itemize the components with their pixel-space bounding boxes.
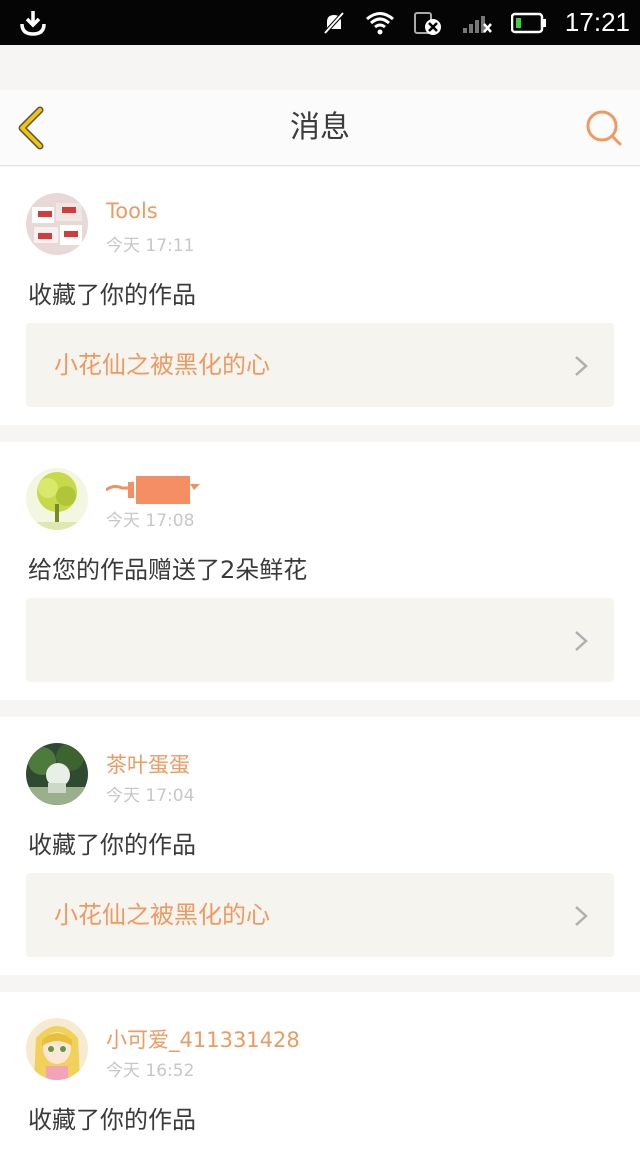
username[interactable]: 小可爱_411331428 [106,1024,300,1054]
clock: 17:21 [564,7,630,37]
work-link[interactable]: 小花仙之被黑化的心 [26,323,614,407]
chevron-right-icon [575,631,588,651]
download-icon [20,11,46,36]
message-card: Tools 今天 17:11 收藏了你的作品 小花仙之被黑化的心 [0,167,640,425]
battery-icon [510,12,546,33]
chevron-right-icon [575,906,588,926]
timestamp: 今天 17:08 [106,511,195,531]
redaction-mark [106,476,200,504]
work-title: 小花仙之被黑化的心 [54,901,270,929]
wifi-icon [365,11,394,34]
message-card: 小可爱_411331428 今天 16:52 收藏了你的作品 [0,992,640,1152]
username[interactable]: 茶叶蛋蛋 [106,749,190,779]
mute-icon [322,10,346,35]
timestamp: 今天 17:11 [106,236,195,256]
work-link[interactable] [26,598,614,682]
avatar[interactable] [26,193,88,255]
timestamp: 今天 16:52 [106,1061,195,1081]
message-card: 今天 17:08 给您的作品赠送了2朵鲜花 [0,442,640,700]
action-text: 收藏了你的作品 [28,281,196,309]
message-card: 茶叶蛋蛋 今天 17:04 收藏了你的作品 小花仙之被黑化的心 [0,717,640,975]
work-title: 小花仙之被黑化的心 [54,351,270,379]
action-text: 收藏了你的作品 [28,1106,196,1134]
search-icon[interactable] [584,108,624,148]
avatar[interactable] [26,743,88,805]
status-bar: 17:21 [0,0,640,45]
username[interactable]: Tools [106,199,158,223]
page-title: 消息 [290,110,350,145]
action-text: 收藏了你的作品 [28,831,196,859]
avatar[interactable] [26,1018,88,1080]
signal-icon [462,15,492,33]
sim-icon [413,11,441,35]
avatar[interactable] [26,468,88,530]
message-list: Tools 今天 17:11 收藏了你的作品 小花仙之被黑化的心 今天 17:0… [0,167,640,1152]
action-text: 给您的作品赠送了2朵鲜花 [28,556,308,584]
chevron-right-icon [575,356,588,376]
work-link[interactable]: 小花仙之被黑化的心 [26,873,614,957]
header: 消息 [0,90,640,166]
timestamp: 今天 17:04 [106,786,195,806]
